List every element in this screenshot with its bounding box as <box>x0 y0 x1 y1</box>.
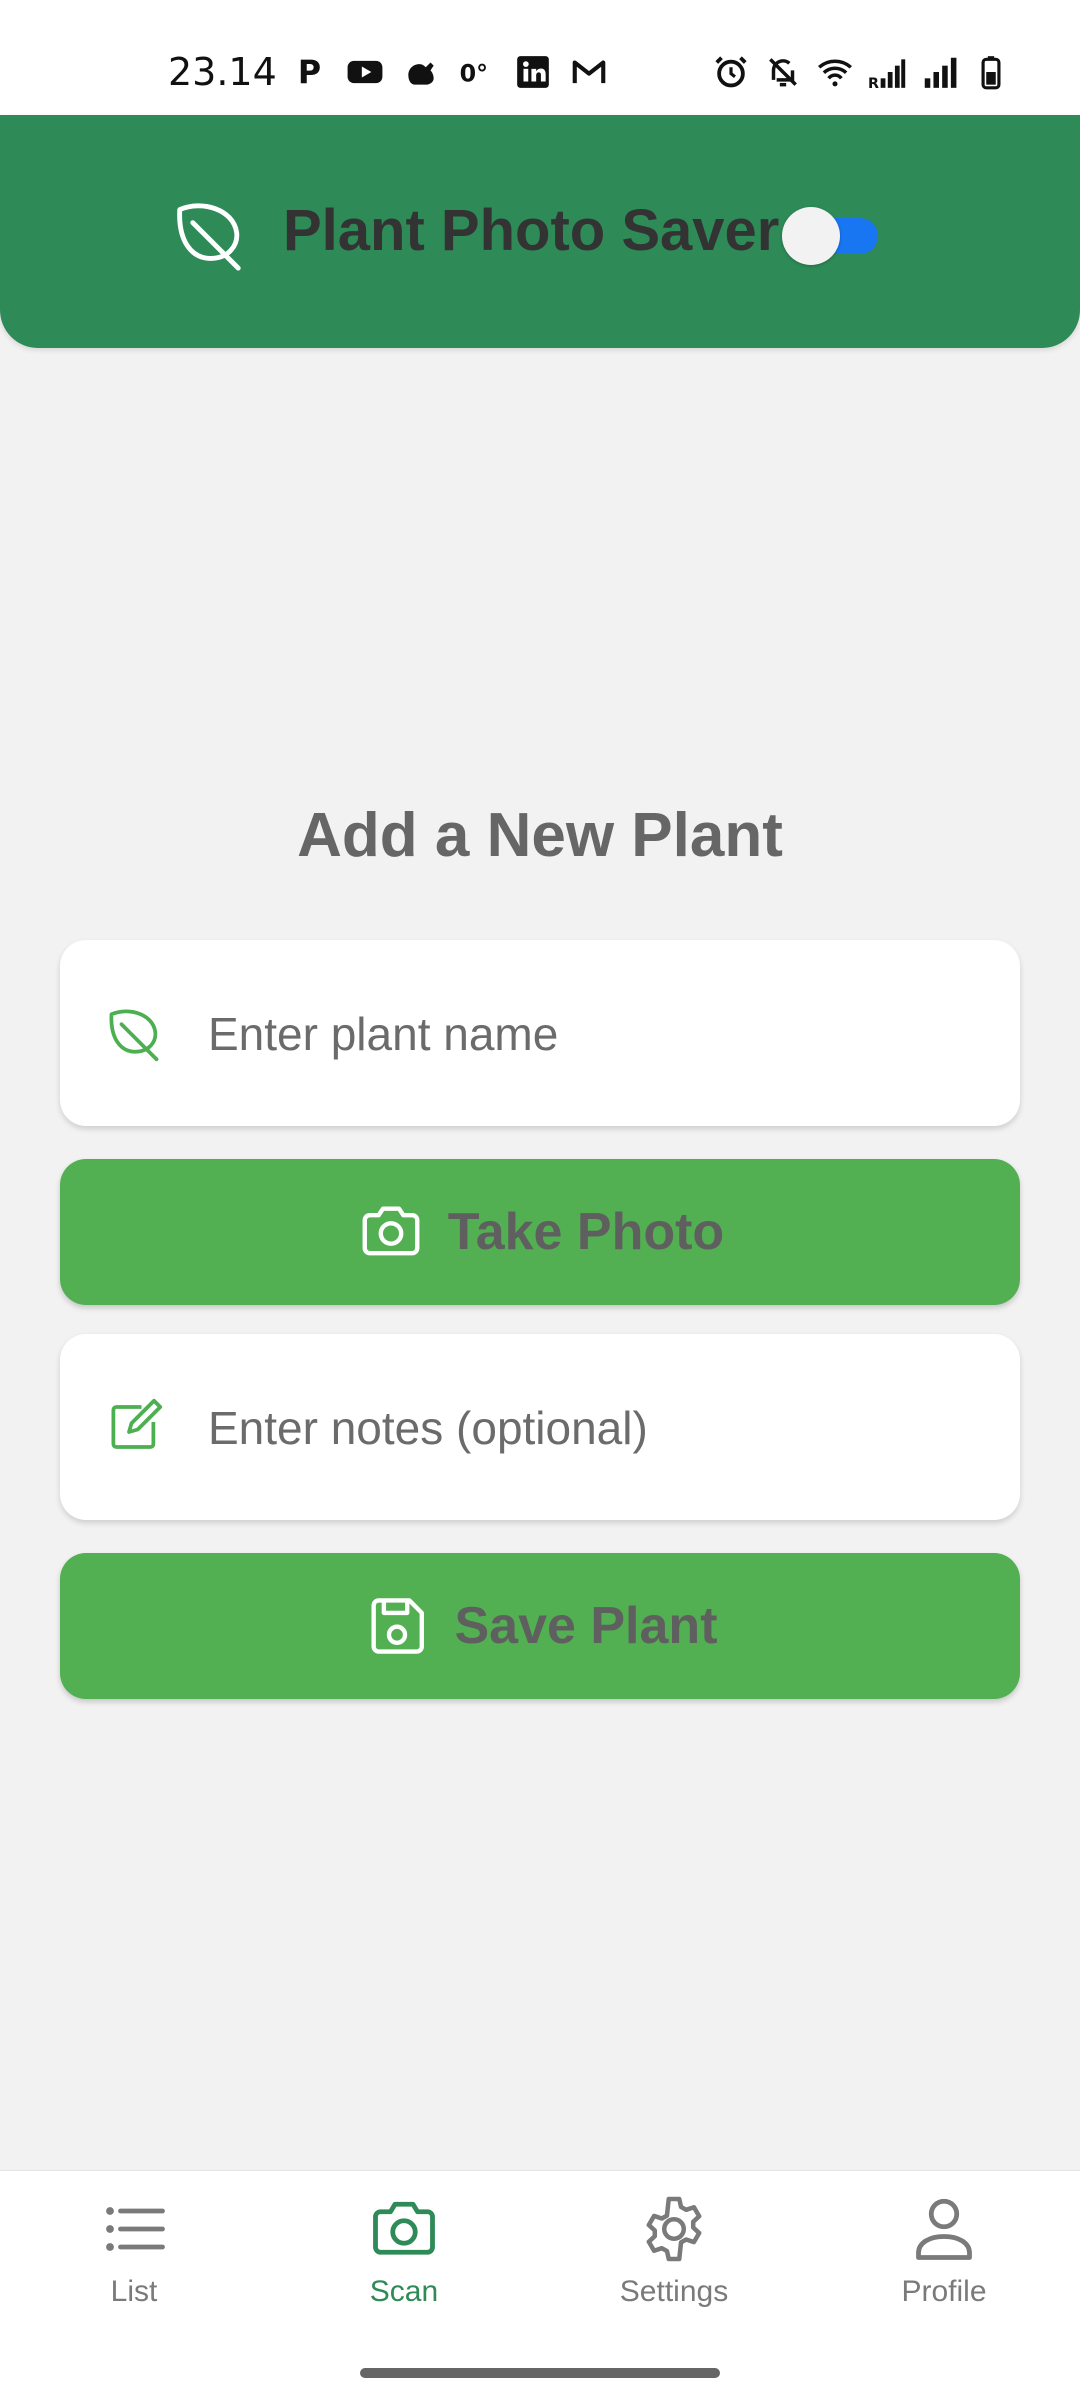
leaf-icon <box>109 1009 159 1062</box>
status-notification-icons: P 0° <box>290 50 608 94</box>
save-plant-label: Save Plant <box>454 1597 718 1655</box>
status-time: 23.14 <box>168 50 277 94</box>
plant-name-card <box>60 940 1020 1126</box>
home-indicator[interactable] <box>360 2368 720 2378</box>
youtube-icon <box>346 53 384 91</box>
take-photo-button[interactable]: Take Photo <box>60 1159 1020 1305</box>
person-icon <box>916 2198 972 2260</box>
toggle-knob <box>782 207 840 265</box>
camera-icon <box>373 2201 435 2255</box>
plant-name-input[interactable] <box>206 993 990 1075</box>
bottom-nav: List Scan Settings Profile <box>0 2170 1080 2401</box>
wifi-icon <box>816 53 854 91</box>
nav-item-profile[interactable]: Profile <box>844 2193 1044 2323</box>
status-system-icons: R <box>712 50 1010 94</box>
signal-icon <box>920 53 958 91</box>
temperature-icon: 0° <box>458 53 496 91</box>
nav-label-scan: Scan <box>369 2275 439 2308</box>
form-title: Add a New Plant <box>297 801 783 870</box>
linkedin-icon <box>514 53 552 91</box>
notes-card <box>60 1334 1020 1520</box>
svg-text:R: R <box>868 76 879 91</box>
nav-label-settings: Settings <box>619 2275 729 2308</box>
svg-text:0°: 0° <box>460 60 488 88</box>
status-bar: 23.14 P 0° R <box>0 0 1080 115</box>
squirrel-icon <box>402 53 440 91</box>
nav-item-settings[interactable]: Settings <box>574 2193 774 2323</box>
svg-text:P: P <box>298 55 321 91</box>
app-title: Plant Photo Saver <box>283 198 780 263</box>
theme-toggle[interactable] <box>782 203 878 265</box>
parking-icon: P <box>290 53 328 91</box>
battery-icon <box>972 53 1010 91</box>
gmail-icon <box>570 53 608 91</box>
signal-r-icon: R <box>868 53 906 91</box>
mute-icon <box>764 53 802 91</box>
floppy-disk-icon <box>371 1598 425 1654</box>
take-photo-label: Take Photo <box>447 1203 725 1261</box>
gear-icon <box>646 2196 702 2262</box>
nav-item-scan[interactable]: Scan <box>304 2193 504 2323</box>
edit-icon <box>111 1398 163 1449</box>
camera-icon <box>362 1206 420 1256</box>
alarm-icon <box>712 53 750 91</box>
nav-label-profile: Profile <box>901 2275 987 2308</box>
nav-item-list[interactable]: List <box>34 2193 234 2323</box>
app-header: Plant Photo Saver <box>0 115 1080 348</box>
notes-input[interactable] <box>206 1387 990 1469</box>
list-icon <box>106 2207 165 2251</box>
leaf-icon <box>177 203 241 271</box>
save-plant-button[interactable]: Save Plant <box>60 1553 1020 1699</box>
nav-label-list: List <box>110 2275 158 2308</box>
